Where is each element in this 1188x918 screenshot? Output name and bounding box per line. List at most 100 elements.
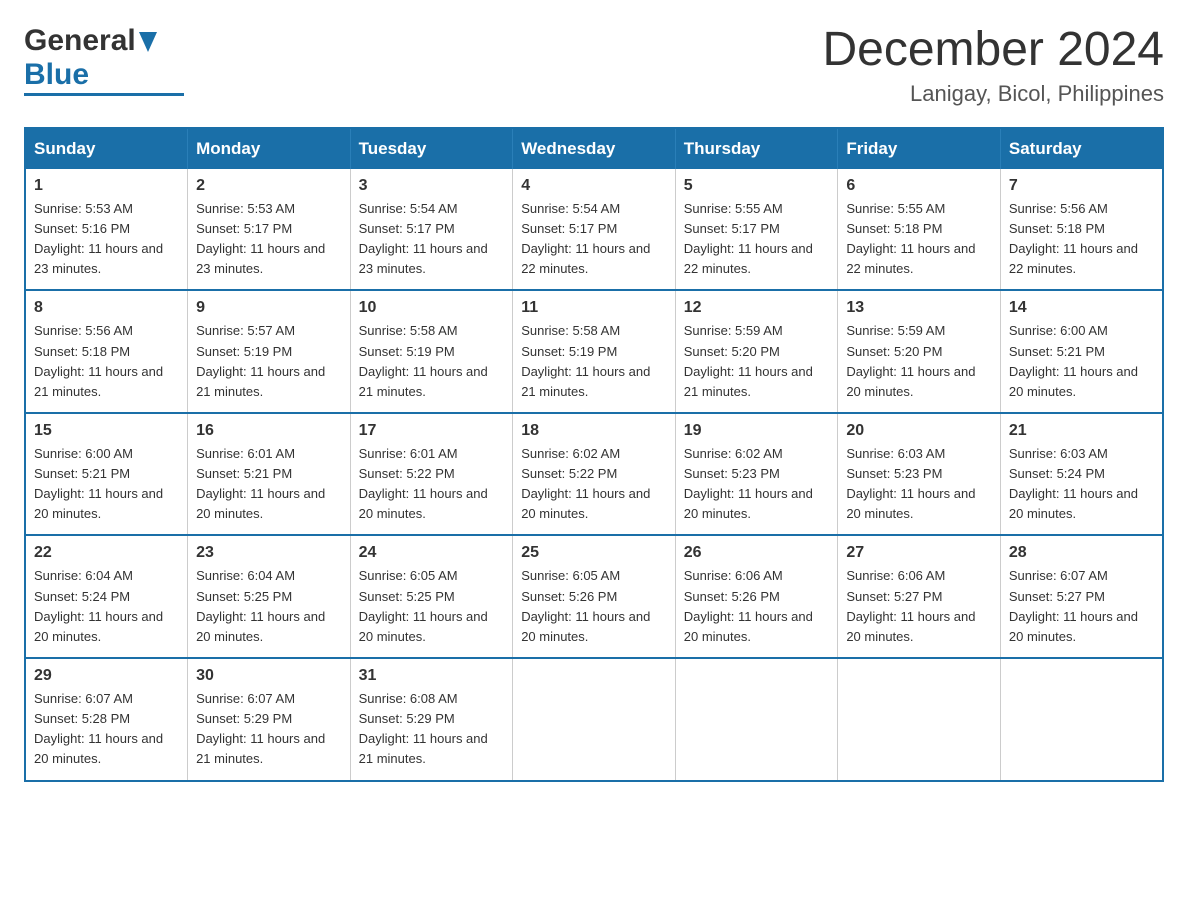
calendar-week-row: 22 Sunrise: 6:04 AM Sunset: 5:24 PM Dayl… [25, 535, 1163, 658]
calendar-cell: 6 Sunrise: 5:55 AM Sunset: 5:18 PM Dayli… [838, 169, 1001, 291]
day-number: 17 [359, 422, 505, 440]
day-number: 10 [359, 299, 505, 317]
day-number: 8 [34, 299, 179, 317]
weekday-header-friday: Friday [838, 128, 1001, 169]
calendar-cell [675, 658, 838, 781]
calendar-cell: 14 Sunrise: 6:00 AM Sunset: 5:21 PM Dayl… [1000, 290, 1163, 413]
calendar-cell: 23 Sunrise: 6:04 AM Sunset: 5:25 PM Dayl… [188, 535, 351, 658]
day-info: Sunrise: 5:59 AM Sunset: 5:20 PM Dayligh… [846, 321, 992, 402]
weekday-header-thursday: Thursday [675, 128, 838, 169]
calendar-cell: 7 Sunrise: 5:56 AM Sunset: 5:18 PM Dayli… [1000, 169, 1163, 291]
day-number: 20 [846, 422, 992, 440]
day-info: Sunrise: 6:02 AM Sunset: 5:22 PM Dayligh… [521, 444, 667, 525]
day-number: 12 [684, 299, 830, 317]
calendar-cell: 25 Sunrise: 6:05 AM Sunset: 5:26 PM Dayl… [513, 535, 676, 658]
calendar-week-row: 15 Sunrise: 6:00 AM Sunset: 5:21 PM Dayl… [25, 413, 1163, 536]
day-info: Sunrise: 6:00 AM Sunset: 5:21 PM Dayligh… [1009, 321, 1154, 402]
day-info: Sunrise: 6:07 AM Sunset: 5:29 PM Dayligh… [196, 689, 342, 770]
calendar-cell: 22 Sunrise: 6:04 AM Sunset: 5:24 PM Dayl… [25, 535, 188, 658]
day-number: 22 [34, 544, 179, 562]
day-info: Sunrise: 5:56 AM Sunset: 5:18 PM Dayligh… [34, 321, 179, 402]
calendar-cell: 3 Sunrise: 5:54 AM Sunset: 5:17 PM Dayli… [350, 169, 513, 291]
logo-arrow-icon [139, 32, 157, 57]
calendar-cell: 5 Sunrise: 5:55 AM Sunset: 5:17 PM Dayli… [675, 169, 838, 291]
day-number: 24 [359, 544, 505, 562]
day-info: Sunrise: 5:53 AM Sunset: 5:16 PM Dayligh… [34, 199, 179, 280]
day-number: 1 [34, 177, 179, 195]
day-number: 7 [1009, 177, 1154, 195]
day-info: Sunrise: 6:05 AM Sunset: 5:26 PM Dayligh… [521, 566, 667, 647]
day-info: Sunrise: 5:53 AM Sunset: 5:17 PM Dayligh… [196, 199, 342, 280]
calendar-cell [1000, 658, 1163, 781]
month-title: December 2024 [822, 24, 1164, 77]
day-info: Sunrise: 5:58 AM Sunset: 5:19 PM Dayligh… [359, 321, 505, 402]
day-number: 13 [846, 299, 992, 317]
day-info: Sunrise: 6:01 AM Sunset: 5:21 PM Dayligh… [196, 444, 342, 525]
day-number: 30 [196, 667, 342, 685]
day-number: 9 [196, 299, 342, 317]
day-info: Sunrise: 5:59 AM Sunset: 5:20 PM Dayligh… [684, 321, 830, 402]
day-info: Sunrise: 5:54 AM Sunset: 5:17 PM Dayligh… [359, 199, 505, 280]
logo-general-text: General [24, 24, 136, 58]
day-number: 14 [1009, 299, 1154, 317]
weekday-header-saturday: Saturday [1000, 128, 1163, 169]
day-info: Sunrise: 6:00 AM Sunset: 5:21 PM Dayligh… [34, 444, 179, 525]
day-number: 15 [34, 422, 179, 440]
calendar-cell: 28 Sunrise: 6:07 AM Sunset: 5:27 PM Dayl… [1000, 535, 1163, 658]
day-number: 31 [359, 667, 505, 685]
calendar-cell: 4 Sunrise: 5:54 AM Sunset: 5:17 PM Dayli… [513, 169, 676, 291]
calendar-cell: 18 Sunrise: 6:02 AM Sunset: 5:22 PM Dayl… [513, 413, 676, 536]
day-info: Sunrise: 6:07 AM Sunset: 5:27 PM Dayligh… [1009, 566, 1154, 647]
day-number: 25 [521, 544, 667, 562]
calendar-cell: 30 Sunrise: 6:07 AM Sunset: 5:29 PM Dayl… [188, 658, 351, 781]
calendar-cell: 24 Sunrise: 6:05 AM Sunset: 5:25 PM Dayl… [350, 535, 513, 658]
day-number: 29 [34, 667, 179, 685]
calendar-cell: 21 Sunrise: 6:03 AM Sunset: 5:24 PM Dayl… [1000, 413, 1163, 536]
calendar-cell: 31 Sunrise: 6:08 AM Sunset: 5:29 PM Dayl… [350, 658, 513, 781]
calendar-cell: 10 Sunrise: 5:58 AM Sunset: 5:19 PM Dayl… [350, 290, 513, 413]
calendar-cell [513, 658, 676, 781]
calendar-cell: 15 Sunrise: 6:00 AM Sunset: 5:21 PM Dayl… [25, 413, 188, 536]
day-info: Sunrise: 6:08 AM Sunset: 5:29 PM Dayligh… [359, 689, 505, 770]
calendar-cell: 13 Sunrise: 5:59 AM Sunset: 5:20 PM Dayl… [838, 290, 1001, 413]
day-info: Sunrise: 5:56 AM Sunset: 5:18 PM Dayligh… [1009, 199, 1154, 280]
day-number: 3 [359, 177, 505, 195]
logo-underline [24, 93, 184, 96]
day-info: Sunrise: 6:02 AM Sunset: 5:23 PM Dayligh… [684, 444, 830, 525]
calendar-cell: 27 Sunrise: 6:06 AM Sunset: 5:27 PM Dayl… [838, 535, 1001, 658]
day-number: 26 [684, 544, 830, 562]
day-number: 2 [196, 177, 342, 195]
calendar-cell: 26 Sunrise: 6:06 AM Sunset: 5:26 PM Dayl… [675, 535, 838, 658]
calendar-cell: 8 Sunrise: 5:56 AM Sunset: 5:18 PM Dayli… [25, 290, 188, 413]
day-number: 28 [1009, 544, 1154, 562]
day-info: Sunrise: 6:03 AM Sunset: 5:23 PM Dayligh… [846, 444, 992, 525]
day-number: 5 [684, 177, 830, 195]
weekday-header-row: SundayMondayTuesdayWednesdayThursdayFrid… [25, 128, 1163, 169]
calendar-table: SundayMondayTuesdayWednesdayThursdayFrid… [24, 127, 1164, 782]
calendar-cell [838, 658, 1001, 781]
day-info: Sunrise: 5:55 AM Sunset: 5:18 PM Dayligh… [846, 199, 992, 280]
day-number: 4 [521, 177, 667, 195]
day-number: 23 [196, 544, 342, 562]
day-number: 19 [684, 422, 830, 440]
day-number: 16 [196, 422, 342, 440]
calendar-week-row: 8 Sunrise: 5:56 AM Sunset: 5:18 PM Dayli… [25, 290, 1163, 413]
day-info: Sunrise: 6:07 AM Sunset: 5:28 PM Dayligh… [34, 689, 179, 770]
weekday-header-sunday: Sunday [25, 128, 188, 169]
day-info: Sunrise: 6:06 AM Sunset: 5:26 PM Dayligh… [684, 566, 830, 647]
day-info: Sunrise: 6:05 AM Sunset: 5:25 PM Dayligh… [359, 566, 505, 647]
day-info: Sunrise: 5:54 AM Sunset: 5:17 PM Dayligh… [521, 199, 667, 280]
day-info: Sunrise: 6:03 AM Sunset: 5:24 PM Dayligh… [1009, 444, 1154, 525]
calendar-cell: 9 Sunrise: 5:57 AM Sunset: 5:19 PM Dayli… [188, 290, 351, 413]
logo: General Blue [24, 24, 184, 96]
calendar-cell: 11 Sunrise: 5:58 AM Sunset: 5:19 PM Dayl… [513, 290, 676, 413]
day-info: Sunrise: 5:58 AM Sunset: 5:19 PM Dayligh… [521, 321, 667, 402]
title-area: December 2024 Lanigay, Bicol, Philippine… [822, 24, 1164, 107]
day-number: 18 [521, 422, 667, 440]
calendar-week-row: 29 Sunrise: 6:07 AM Sunset: 5:28 PM Dayl… [25, 658, 1163, 781]
day-info: Sunrise: 6:06 AM Sunset: 5:27 PM Dayligh… [846, 566, 992, 647]
page-header: General Blue December 2024 Lanigay, Bico… [24, 24, 1164, 107]
day-info: Sunrise: 6:04 AM Sunset: 5:25 PM Dayligh… [196, 566, 342, 647]
day-number: 27 [846, 544, 992, 562]
logo-blue-text: Blue [24, 58, 89, 92]
